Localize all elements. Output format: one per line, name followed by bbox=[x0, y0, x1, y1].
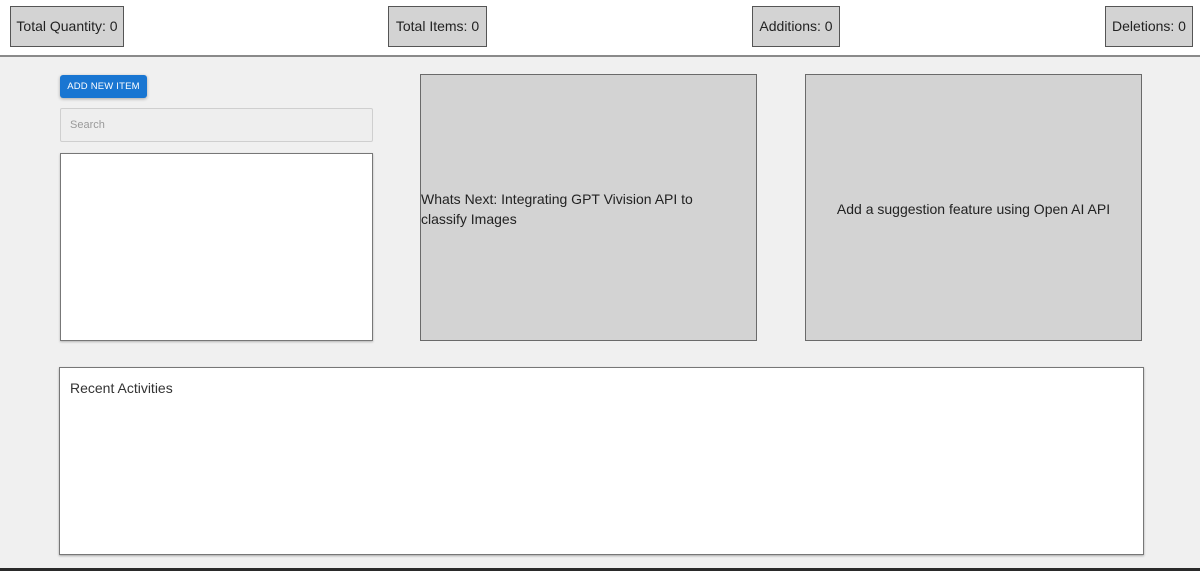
total-quantity-label: Total Quantity: 0 bbox=[16, 18, 118, 34]
total-items-label: Total Items: 0 bbox=[395, 18, 480, 34]
additions-stat: Additions: 0 bbox=[752, 6, 840, 47]
whats-next-card: Whats Next: Integrating GPT Vivision API… bbox=[420, 74, 757, 341]
items-list[interactable] bbox=[60, 153, 373, 341]
add-new-item-button[interactable]: ADD NEW ITEM bbox=[60, 75, 147, 98]
recent-activities-title: Recent Activities bbox=[70, 380, 173, 396]
suggestion-text: Add a suggestion feature using Open AI A… bbox=[836, 201, 1111, 217]
deletions-stat: Deletions: 0 bbox=[1105, 6, 1193, 47]
total-items-stat: Total Items: 0 bbox=[388, 6, 487, 47]
search-input[interactable] bbox=[60, 108, 373, 142]
deletions-label: Deletions: 0 bbox=[1112, 18, 1186, 34]
recent-activities-panel: Recent Activities bbox=[59, 367, 1144, 555]
suggestion-card: Add a suggestion feature using Open AI A… bbox=[805, 74, 1142, 341]
stats-bar: Total Quantity: 0 Total Items: 0 Additio… bbox=[0, 0, 1200, 57]
total-quantity-stat: Total Quantity: 0 bbox=[10, 6, 124, 47]
whats-next-text: Whats Next: Integrating GPT Vivision API… bbox=[421, 191, 693, 227]
additions-label: Additions: 0 bbox=[759, 18, 833, 34]
